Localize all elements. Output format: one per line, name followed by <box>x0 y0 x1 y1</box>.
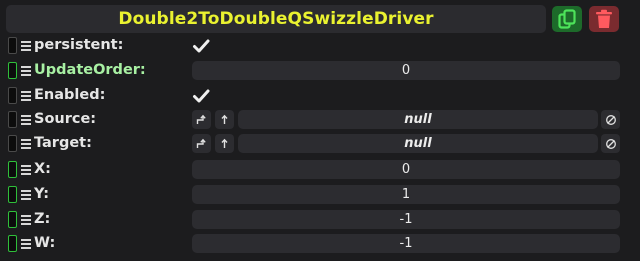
drag-handle-icon[interactable] <box>20 39 32 53</box>
field-row-target: Target: null <box>0 132 640 156</box>
drag-handle-icon[interactable] <box>20 163 32 177</box>
enabled-checkbox[interactable] <box>192 87 210 105</box>
field-row-persistent: persistent: <box>0 34 640 58</box>
field-handle[interactable] <box>8 37 17 54</box>
up-arrow-icon <box>221 114 228 124</box>
y-input[interactable]: 1 <box>192 185 620 204</box>
field-handle[interactable] <box>8 161 17 178</box>
field-label: W: <box>34 235 56 251</box>
component-title: Double2ToDoubleQSwizzleDriver <box>118 9 434 29</box>
field-row-enabled: Enabled: <box>0 84 640 108</box>
w-input[interactable]: -1 <box>192 234 620 253</box>
duplicate-icon <box>558 9 576 29</box>
null-icon <box>605 114 616 125</box>
field-handle[interactable] <box>8 186 17 203</box>
field-row-y: Y: 1 <box>0 183 640 207</box>
field-label: Enabled: <box>34 87 106 103</box>
field-label: Z: <box>34 211 51 227</box>
field-handle[interactable] <box>8 135 17 152</box>
corner-up-arrow-icon <box>196 114 206 124</box>
field-handle[interactable] <box>8 211 17 228</box>
drag-handle-icon[interactable] <box>20 137 32 151</box>
field-handle[interactable] <box>8 62 17 79</box>
clear-target-button[interactable] <box>601 134 620 153</box>
field-row-w: W: -1 <box>0 232 640 256</box>
drag-handle-icon[interactable] <box>20 213 32 227</box>
field-label: Target: <box>34 135 92 151</box>
field-row-source: Source: null <box>0 108 640 132</box>
source-reference-field[interactable]: null <box>238 110 598 129</box>
clear-source-button[interactable] <box>601 110 620 129</box>
field-label: persistent: <box>34 37 124 53</box>
trash-icon <box>596 9 612 28</box>
open-target-button[interactable] <box>215 134 234 153</box>
field-handle[interactable] <box>8 111 17 128</box>
component-panel: Double2ToDoubleQSwizzleDriver persistent… <box>0 0 640 261</box>
up-arrow-icon <box>221 138 228 148</box>
duplicate-button[interactable] <box>552 6 582 32</box>
delete-button[interactable] <box>589 6 619 32</box>
field-label: Source: <box>34 111 97 127</box>
jump-to-source-button[interactable] <box>192 110 211 129</box>
field-row-z: Z: -1 <box>0 208 640 232</box>
null-icon <box>605 138 616 149</box>
drag-handle-icon[interactable] <box>20 188 32 202</box>
z-input[interactable]: -1 <box>192 210 620 229</box>
target-reference-field[interactable]: null <box>238 134 598 153</box>
drag-handle-icon[interactable] <box>20 64 32 78</box>
field-label: Y: <box>34 186 50 202</box>
persistent-checkbox[interactable] <box>192 37 210 55</box>
drag-handle-icon[interactable] <box>20 113 32 127</box>
field-row-x: X: 0 <box>0 158 640 182</box>
field-row-updateorder: UpdateOrder: 0 <box>0 59 640 83</box>
updateorder-input[interactable]: 0 <box>192 61 620 80</box>
field-handle[interactable] <box>8 235 17 252</box>
field-handle[interactable] <box>8 87 17 104</box>
drag-handle-icon[interactable] <box>20 237 32 251</box>
field-label: UpdateOrder: <box>34 62 146 78</box>
jump-to-target-button[interactable] <box>192 134 211 153</box>
corner-up-arrow-icon <box>196 138 206 148</box>
open-source-button[interactable] <box>215 110 234 129</box>
field-label: X: <box>34 161 51 177</box>
component-header: Double2ToDoubleQSwizzleDriver <box>6 5 546 33</box>
x-input[interactable]: 0 <box>192 160 620 179</box>
drag-handle-icon[interactable] <box>20 89 32 103</box>
